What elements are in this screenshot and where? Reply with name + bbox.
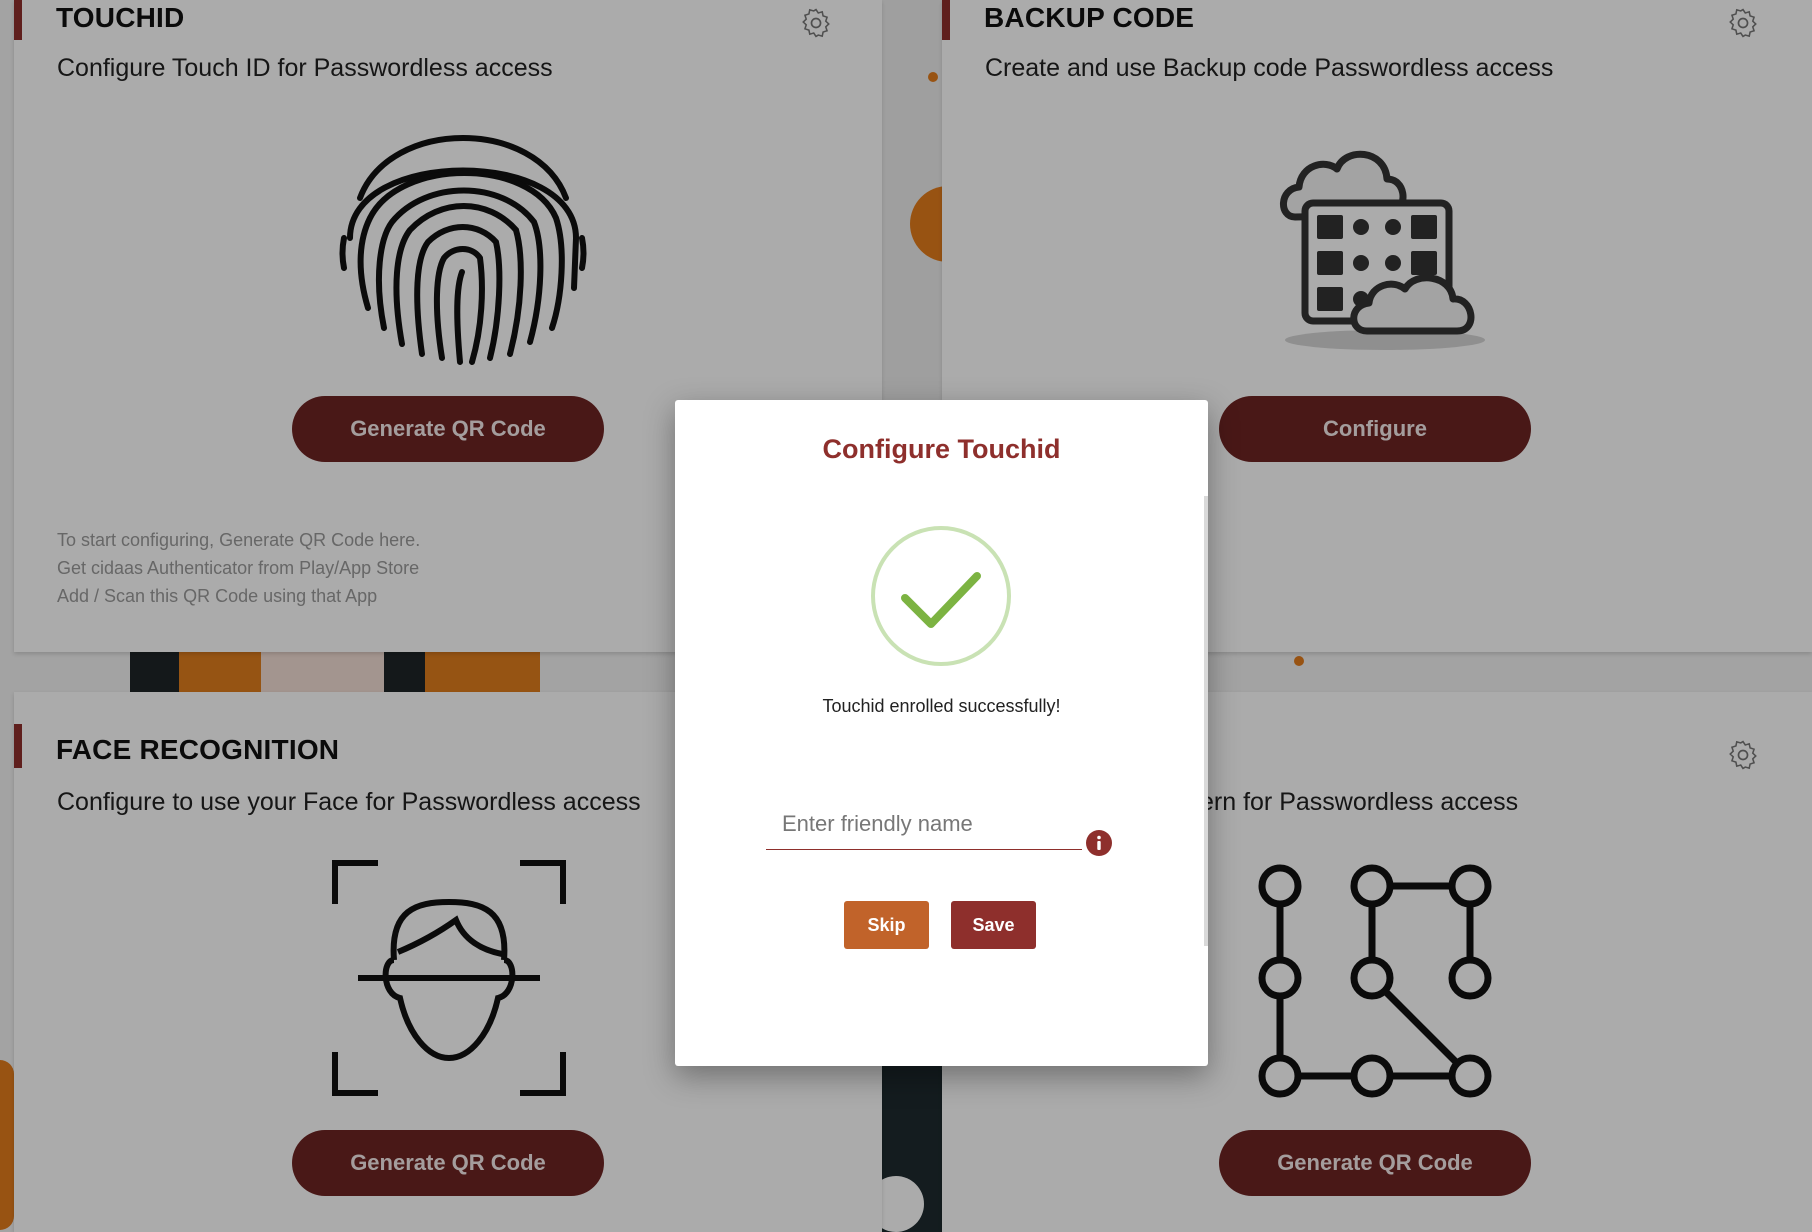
info-icon[interactable] bbox=[1086, 830, 1112, 856]
save-button[interactable]: Save bbox=[951, 901, 1036, 949]
configure-touchid-dialog: Configure Touchid Touchid enrolled succe… bbox=[675, 400, 1208, 1066]
success-message: Touchid enrolled successfully! bbox=[822, 696, 1061, 716]
dialog-title: Configure Touchid bbox=[822, 434, 1061, 464]
friendly-name-input[interactable] bbox=[766, 798, 1082, 850]
skip-button[interactable]: Skip bbox=[844, 901, 929, 949]
success-check-icon bbox=[871, 526, 1011, 666]
dialog-scrollbar[interactable] bbox=[1204, 496, 1208, 946]
